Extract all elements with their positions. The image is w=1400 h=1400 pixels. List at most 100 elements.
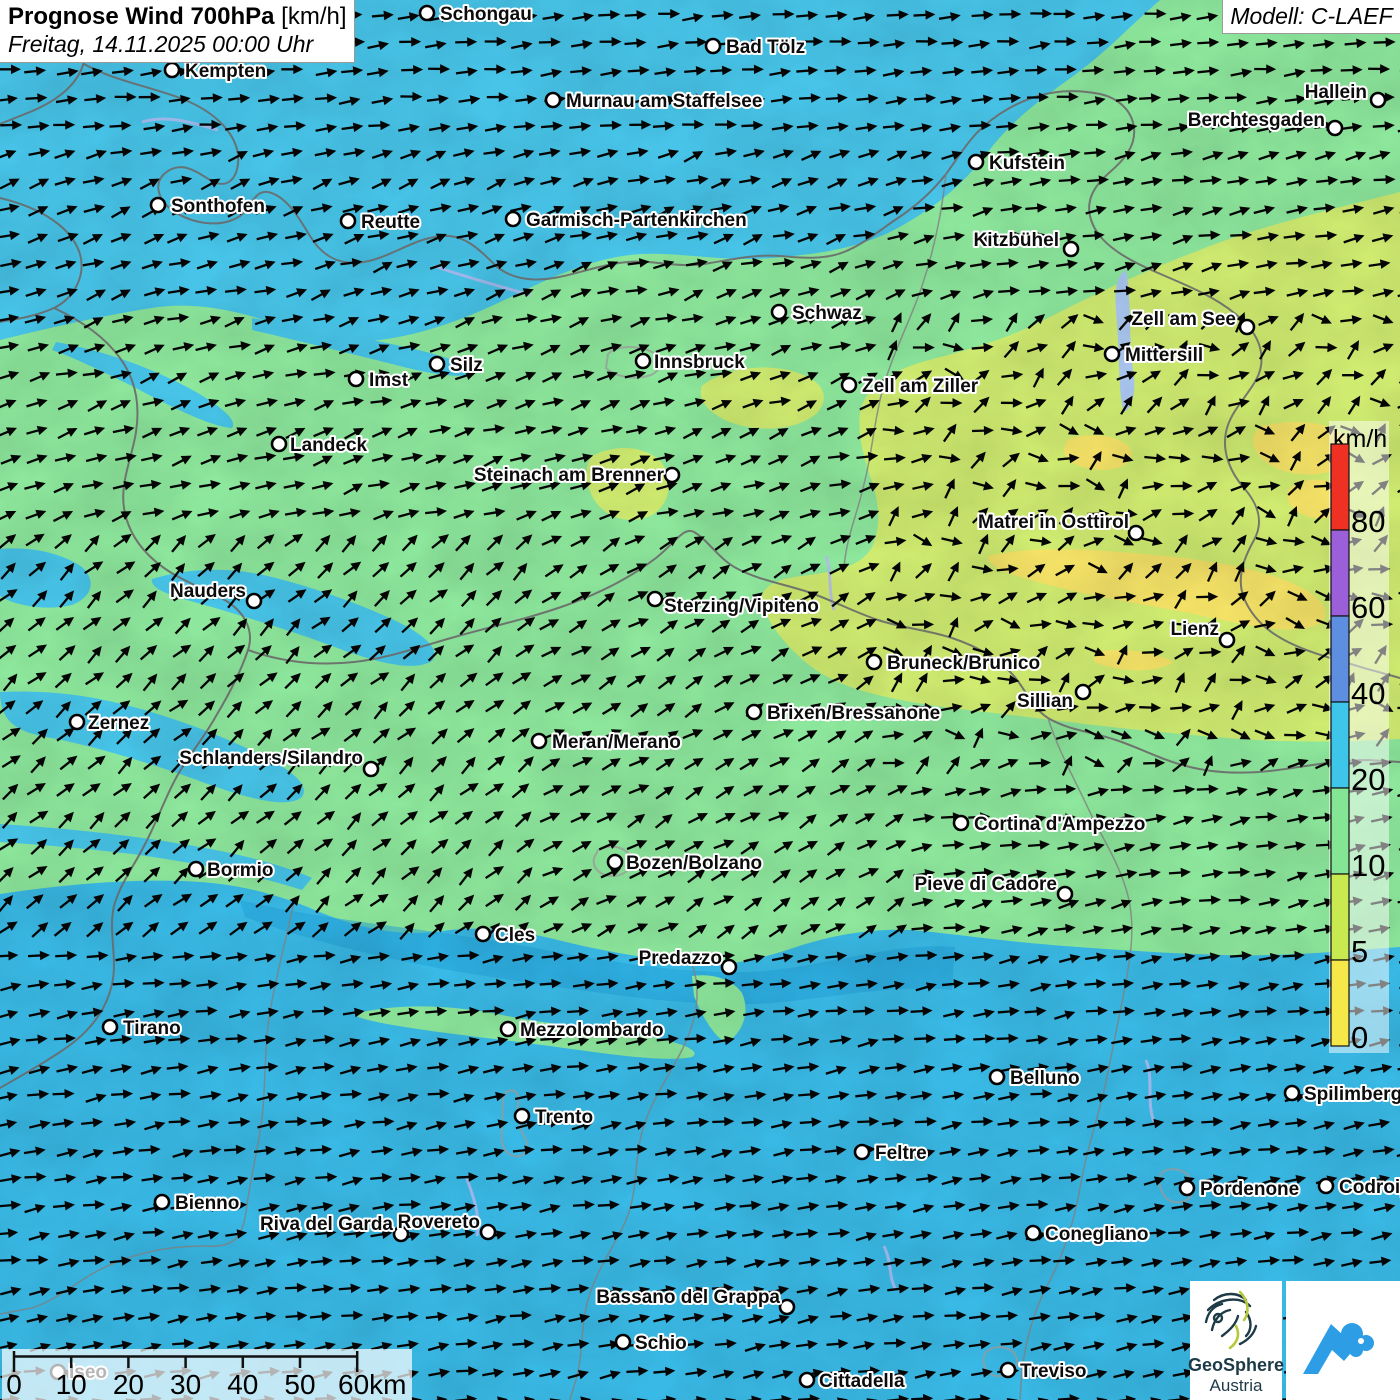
city-marker — [842, 378, 856, 392]
legend-color-swatch — [1331, 788, 1349, 874]
map-canvas: SchongauBad TölzKemptenMurnau am Staffel… — [0, 0, 1400, 1400]
city-label: Berchtesgaden — [1188, 110, 1325, 131]
city-marker — [1076, 685, 1090, 699]
city-marker — [969, 155, 983, 169]
city-marker — [1328, 121, 1342, 135]
city-label: Lienz — [1170, 619, 1219, 640]
city-label: Sillian — [1017, 691, 1073, 712]
scalebar-label: 30 — [170, 1369, 201, 1400]
city-marker — [546, 93, 560, 107]
city-marker — [341, 214, 355, 228]
city-label: Schongau — [440, 4, 532, 25]
legend-color-swatch — [1331, 702, 1349, 788]
city-marker — [665, 468, 679, 482]
legend-tick-label: 40 — [1351, 676, 1385, 711]
city-label: Feltre — [875, 1143, 927, 1164]
city-marker — [648, 592, 662, 606]
legend-tick-label: 5 — [1351, 934, 1368, 969]
city-marker — [70, 715, 84, 729]
city-label: Tirano — [123, 1018, 181, 1039]
city-marker — [349, 372, 363, 386]
city-label: Schwaz — [792, 303, 862, 324]
city-label: Bienno — [175, 1193, 239, 1214]
legend-color-swatch — [1331, 530, 1349, 616]
scalebar-label: 10 — [56, 1369, 87, 1400]
city-label: Belluno — [1010, 1068, 1080, 1089]
city-marker — [506, 212, 520, 226]
city-marker — [1026, 1226, 1040, 1240]
city-marker — [855, 1145, 869, 1159]
city-label: Imst — [369, 370, 409, 391]
city-marker — [151, 198, 165, 212]
city-label: Pordenone — [1200, 1179, 1299, 1200]
city-label: Bormio — [207, 860, 274, 881]
city-marker — [747, 705, 761, 719]
city-marker — [1319, 1179, 1333, 1193]
city-label: Cittadella — [819, 1371, 905, 1392]
geosphere-logo-text: GeoSphere — [1188, 1355, 1284, 1375]
city-label: Trento — [535, 1107, 593, 1128]
city-marker — [1285, 1086, 1299, 1100]
city-label: Spilimbergo — [1304, 1084, 1400, 1105]
city-label: Matrei in Osttirol — [978, 512, 1129, 533]
city-marker — [780, 1300, 794, 1314]
city-marker — [722, 960, 736, 974]
city-marker — [616, 1335, 630, 1349]
city-marker — [1105, 347, 1119, 361]
city-marker — [706, 39, 720, 53]
city-marker — [481, 1225, 495, 1239]
city-marker — [867, 655, 881, 669]
city-label: Innsbruck — [654, 352, 745, 373]
city-label: Zernez — [88, 713, 149, 734]
city-label: Predazzo — [639, 948, 722, 969]
geosphere-austria-logo: GeoSphere Austria — [1188, 1281, 1284, 1400]
city-label: Landeck — [290, 435, 368, 456]
city-label: Pieve di Cadore — [914, 874, 1057, 895]
legend-tick-label: 10 — [1351, 848, 1385, 883]
city-label: Hallein — [1305, 82, 1367, 103]
page-title: Prognose Wind 700hPa [km/h] — [8, 3, 346, 31]
city-label: Steinach am Brenner — [474, 465, 665, 486]
scale-bar: 0102030405060km — [2, 1349, 412, 1400]
city-label: Cortina d'Ampezzo — [974, 814, 1145, 835]
city-label: Bassano del Grappa — [596, 1287, 780, 1308]
city-marker — [636, 354, 650, 368]
scalebar-label: 50 — [284, 1369, 315, 1400]
city-label: Nauders — [170, 581, 246, 602]
city-label: Zell am See — [1131, 309, 1236, 330]
geosphere-logo-subtext: Austria — [1210, 1376, 1263, 1395]
city-marker — [476, 927, 490, 941]
wind-forecast-map: SchongauBad TölzKemptenMurnau am Staffel… — [0, 0, 1400, 1400]
legend-tick-label: 0 — [1351, 1020, 1368, 1055]
city-label: Codroipo — [1339, 1177, 1400, 1198]
city-marker — [1001, 1363, 1015, 1377]
city-marker — [165, 63, 179, 77]
city-label: Zell am Ziller — [862, 376, 979, 397]
city-label: Schlanders/Silandro — [179, 748, 363, 769]
city-marker — [608, 855, 622, 869]
city-label: Bad Tölz — [726, 37, 805, 58]
scalebar-label: 20 — [113, 1369, 144, 1400]
city-marker — [272, 437, 286, 451]
city-marker — [430, 357, 444, 371]
legend-color-swatch — [1331, 616, 1349, 702]
city-label: Kempten — [185, 61, 266, 82]
scalebar-label: 0 — [6, 1369, 22, 1400]
forecast-datetime: Freitag, 14.11.2025 00:00 Uhr — [8, 31, 346, 58]
city-label: Treviso — [1020, 1361, 1087, 1382]
city-label: Silz — [450, 355, 483, 376]
city-label: Kufstein — [989, 153, 1065, 174]
legend-color-swatch — [1331, 444, 1349, 530]
city-label: Rovereto — [398, 1212, 480, 1233]
city-label: Cles — [495, 925, 535, 946]
scalebar-label: 40 — [227, 1369, 258, 1400]
city-marker — [515, 1109, 529, 1123]
legend-color-swatch — [1331, 960, 1349, 1046]
city-label: Sonthofen — [171, 196, 265, 217]
city-marker — [364, 762, 378, 776]
city-label: Sterzing/Vipiteno — [664, 596, 819, 617]
city-label: Brixen/Bressanone — [767, 703, 940, 724]
city-marker — [1371, 93, 1385, 107]
city-marker — [532, 734, 546, 748]
city-label: Kitzbühel — [974, 230, 1060, 251]
